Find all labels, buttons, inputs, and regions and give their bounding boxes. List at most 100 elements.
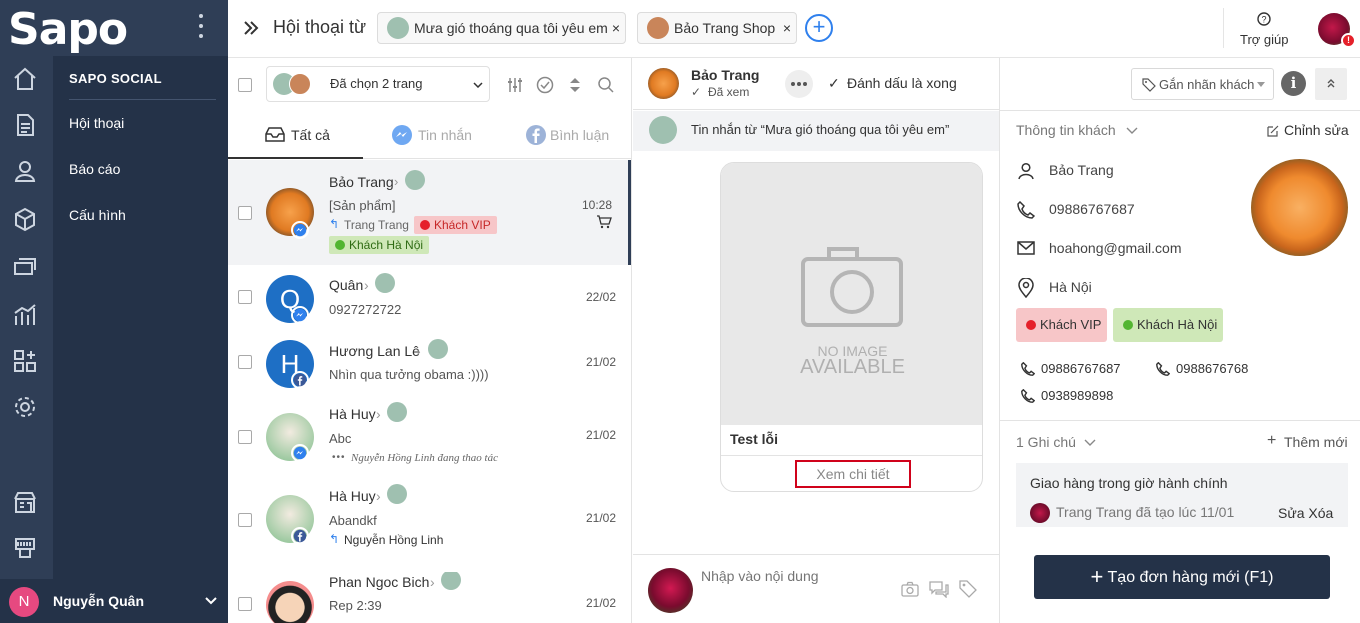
box-icon[interactable] — [12, 206, 38, 232]
check-icon: ✓ — [828, 75, 840, 91]
more-vertical-icon[interactable] — [197, 12, 205, 40]
inbox-icon — [265, 127, 285, 142]
page-avatar — [405, 170, 425, 190]
create-order-button[interactable]: + Tạo đơn hàng mới (F1) — [1034, 555, 1330, 599]
tag-vip[interactable]: Khách VIP — [414, 216, 497, 234]
add-note-button[interactable]: Thêm mới — [1284, 434, 1348, 450]
edit-button[interactable]: Chỉnh sửa — [1284, 122, 1349, 138]
tag-icon[interactable] — [959, 580, 977, 598]
store-icon[interactable] — [12, 489, 38, 515]
chart-icon[interactable] — [12, 302, 38, 328]
chevron-down-icon[interactable] — [205, 597, 217, 605]
page-avatar — [289, 73, 311, 95]
row-checkbox[interactable] — [238, 290, 252, 304]
user-name: Nguyễn Quân — [53, 593, 145, 609]
more-options-button[interactable] — [785, 70, 813, 98]
collapse-button[interactable] — [1315, 68, 1347, 100]
view-details-button[interactable]: Xem chi tiết — [795, 460, 911, 488]
conversation-row[interactable]: Hà Huy › Abandkf 21/02 ↰ Nguyễn Hồng Lin… — [228, 484, 632, 560]
menu-item-hoi-thoai[interactable]: Hội thoại — [69, 115, 124, 131]
conversation-row[interactable]: Phan Ngoc Bich › Rep 2:39 21/02 — [228, 572, 632, 623]
phone-number[interactable]: 0938989898 — [1041, 388, 1113, 403]
camera-icon — [801, 247, 903, 327]
phone-number[interactable]: 0988676768 — [1176, 361, 1248, 376]
page-selector-label: Đã chọn 2 trang — [330, 76, 423, 91]
conversation-list-panel: Đã chọn 2 trang Tất cả Tin nhắn Bình luậ… — [228, 58, 632, 623]
divider — [721, 455, 982, 456]
check-circle-icon[interactable] — [536, 76, 554, 94]
tag-hanoi[interactable]: Khách Hà Nội — [1113, 308, 1223, 342]
sapo-logo[interactable]: Sapo — [8, 4, 128, 55]
filter-sliders-icon[interactable] — [506, 76, 524, 94]
pos-icon[interactable] — [12, 535, 38, 561]
tab-comments[interactable]: Bình luận — [498, 111, 632, 159]
row-checkbox[interactable] — [238, 597, 252, 611]
document-icon[interactable] — [12, 112, 38, 138]
quick-reply-icon[interactable] — [929, 580, 949, 598]
chevron-right-icon: › — [364, 277, 369, 293]
tab-all[interactable]: Tất cả — [228, 111, 363, 159]
user-bar[interactable]: N Nguyễn Quân — [0, 579, 228, 623]
help-icon[interactable]: ? — [1257, 12, 1271, 26]
tag-hanoi[interactable]: Khách Hà Nội — [329, 236, 430, 254]
messenger-icon — [392, 125, 412, 145]
conversation-row[interactable]: H Hương Lan Lê › Nhìn qua tưởng obama :)… — [228, 339, 632, 407]
contact-name[interactable]: Bảo Trang — [691, 67, 759, 83]
page-avatar — [647, 17, 669, 39]
apps-icon[interactable] — [12, 348, 38, 374]
phone-number[interactable]: 09886767687 — [1041, 361, 1121, 376]
chevron-down-icon[interactable] — [1084, 439, 1096, 446]
tab-page-mua-gio[interactable]: Mưa gió thoáng qua tôi yêu em × — [377, 12, 626, 44]
conversation-row[interactable]: Q Quân › 0927272722 22/02 — [228, 272, 632, 340]
row-checkbox[interactable] — [238, 355, 252, 369]
sort-icon[interactable] — [569, 76, 581, 94]
user-icon[interactable] — [12, 158, 38, 184]
alert-badge: ! — [1341, 33, 1356, 48]
tag-vip[interactable]: Khách VIP — [1016, 308, 1107, 342]
menu-item-cau-hinh[interactable]: Cấu hình — [69, 207, 126, 223]
customer-tag-select[interactable]: Gắn nhãn khách — [1131, 68, 1274, 100]
close-icon[interactable]: × — [783, 13, 791, 43]
page-avatar — [387, 484, 407, 504]
camera-icon[interactable] — [901, 581, 919, 597]
settings-icon[interactable] — [12, 394, 38, 420]
double-chevron-right-icon[interactable] — [243, 20, 259, 36]
info-icon[interactable]: i — [1281, 71, 1306, 96]
home-icon[interactable] — [12, 66, 38, 92]
note-actions[interactable]: Sửa Xóa — [1278, 505, 1333, 521]
assignee: Nguyễn Hồng Linh — [344, 533, 444, 547]
tab-label: Mưa gió thoáng qua tôi yêu em — [414, 20, 608, 36]
source-text: Tin nhắn từ “Mưa gió thoáng qua tôi yêu … — [691, 122, 950, 137]
logo-area: Sapo — [0, 0, 228, 56]
no-image-text: AVAILABLE — [800, 356, 905, 378]
timestamp: 21/02 — [585, 355, 616, 369]
page-selector[interactable]: Đã chọn 2 trang — [266, 66, 490, 102]
contact-avatar — [648, 68, 679, 99]
mark-done-button[interactable]: Đánh dấu là xong — [847, 75, 957, 91]
conversation-row[interactable]: Hà Huy › Abc 21/02 ••• Nguyễn Hồng Linh … — [228, 402, 632, 480]
help-label[interactable]: Trợ giúp — [1240, 32, 1289, 47]
conversation-row-selected[interactable]: Bảo Trang › [Sản phẩm] 10:28 ↰ Trang Tra… — [228, 160, 631, 265]
tab-messages[interactable]: Tin nhắn — [363, 111, 498, 159]
search-icon[interactable] — [597, 76, 615, 94]
divider — [633, 554, 999, 555]
chevron-down-icon[interactable] — [1126, 127, 1138, 134]
tab-label: Bình luận — [550, 127, 610, 143]
row-checkbox[interactable] — [238, 430, 252, 444]
add-page-button[interactable]: + — [805, 14, 833, 42]
menu-item-bao-cao[interactable]: Báo cáo — [69, 161, 120, 177]
money-icon[interactable] — [12, 254, 38, 280]
tab-page-bao-trang-shop[interactable]: Bảo Trang Shop × — [637, 12, 797, 44]
customer-email[interactable]: hoahong@gmail.com — [1049, 240, 1182, 256]
page-title: Hội thoại từ — [273, 17, 367, 37]
select-all-checkbox[interactable] — [238, 78, 252, 92]
preview-text: Abandkf — [329, 513, 377, 528]
row-checkbox[interactable] — [238, 513, 252, 527]
tag-label: Khách VIP — [1040, 317, 1102, 332]
customer-phone[interactable]: 09886767687 — [1049, 201, 1135, 217]
close-icon[interactable]: × — [612, 13, 620, 43]
page-avatar — [428, 339, 448, 359]
mail-icon — [1017, 241, 1035, 255]
row-checkbox[interactable] — [238, 206, 252, 220]
submenu-header: SAPO SOCIAL — [69, 71, 162, 86]
